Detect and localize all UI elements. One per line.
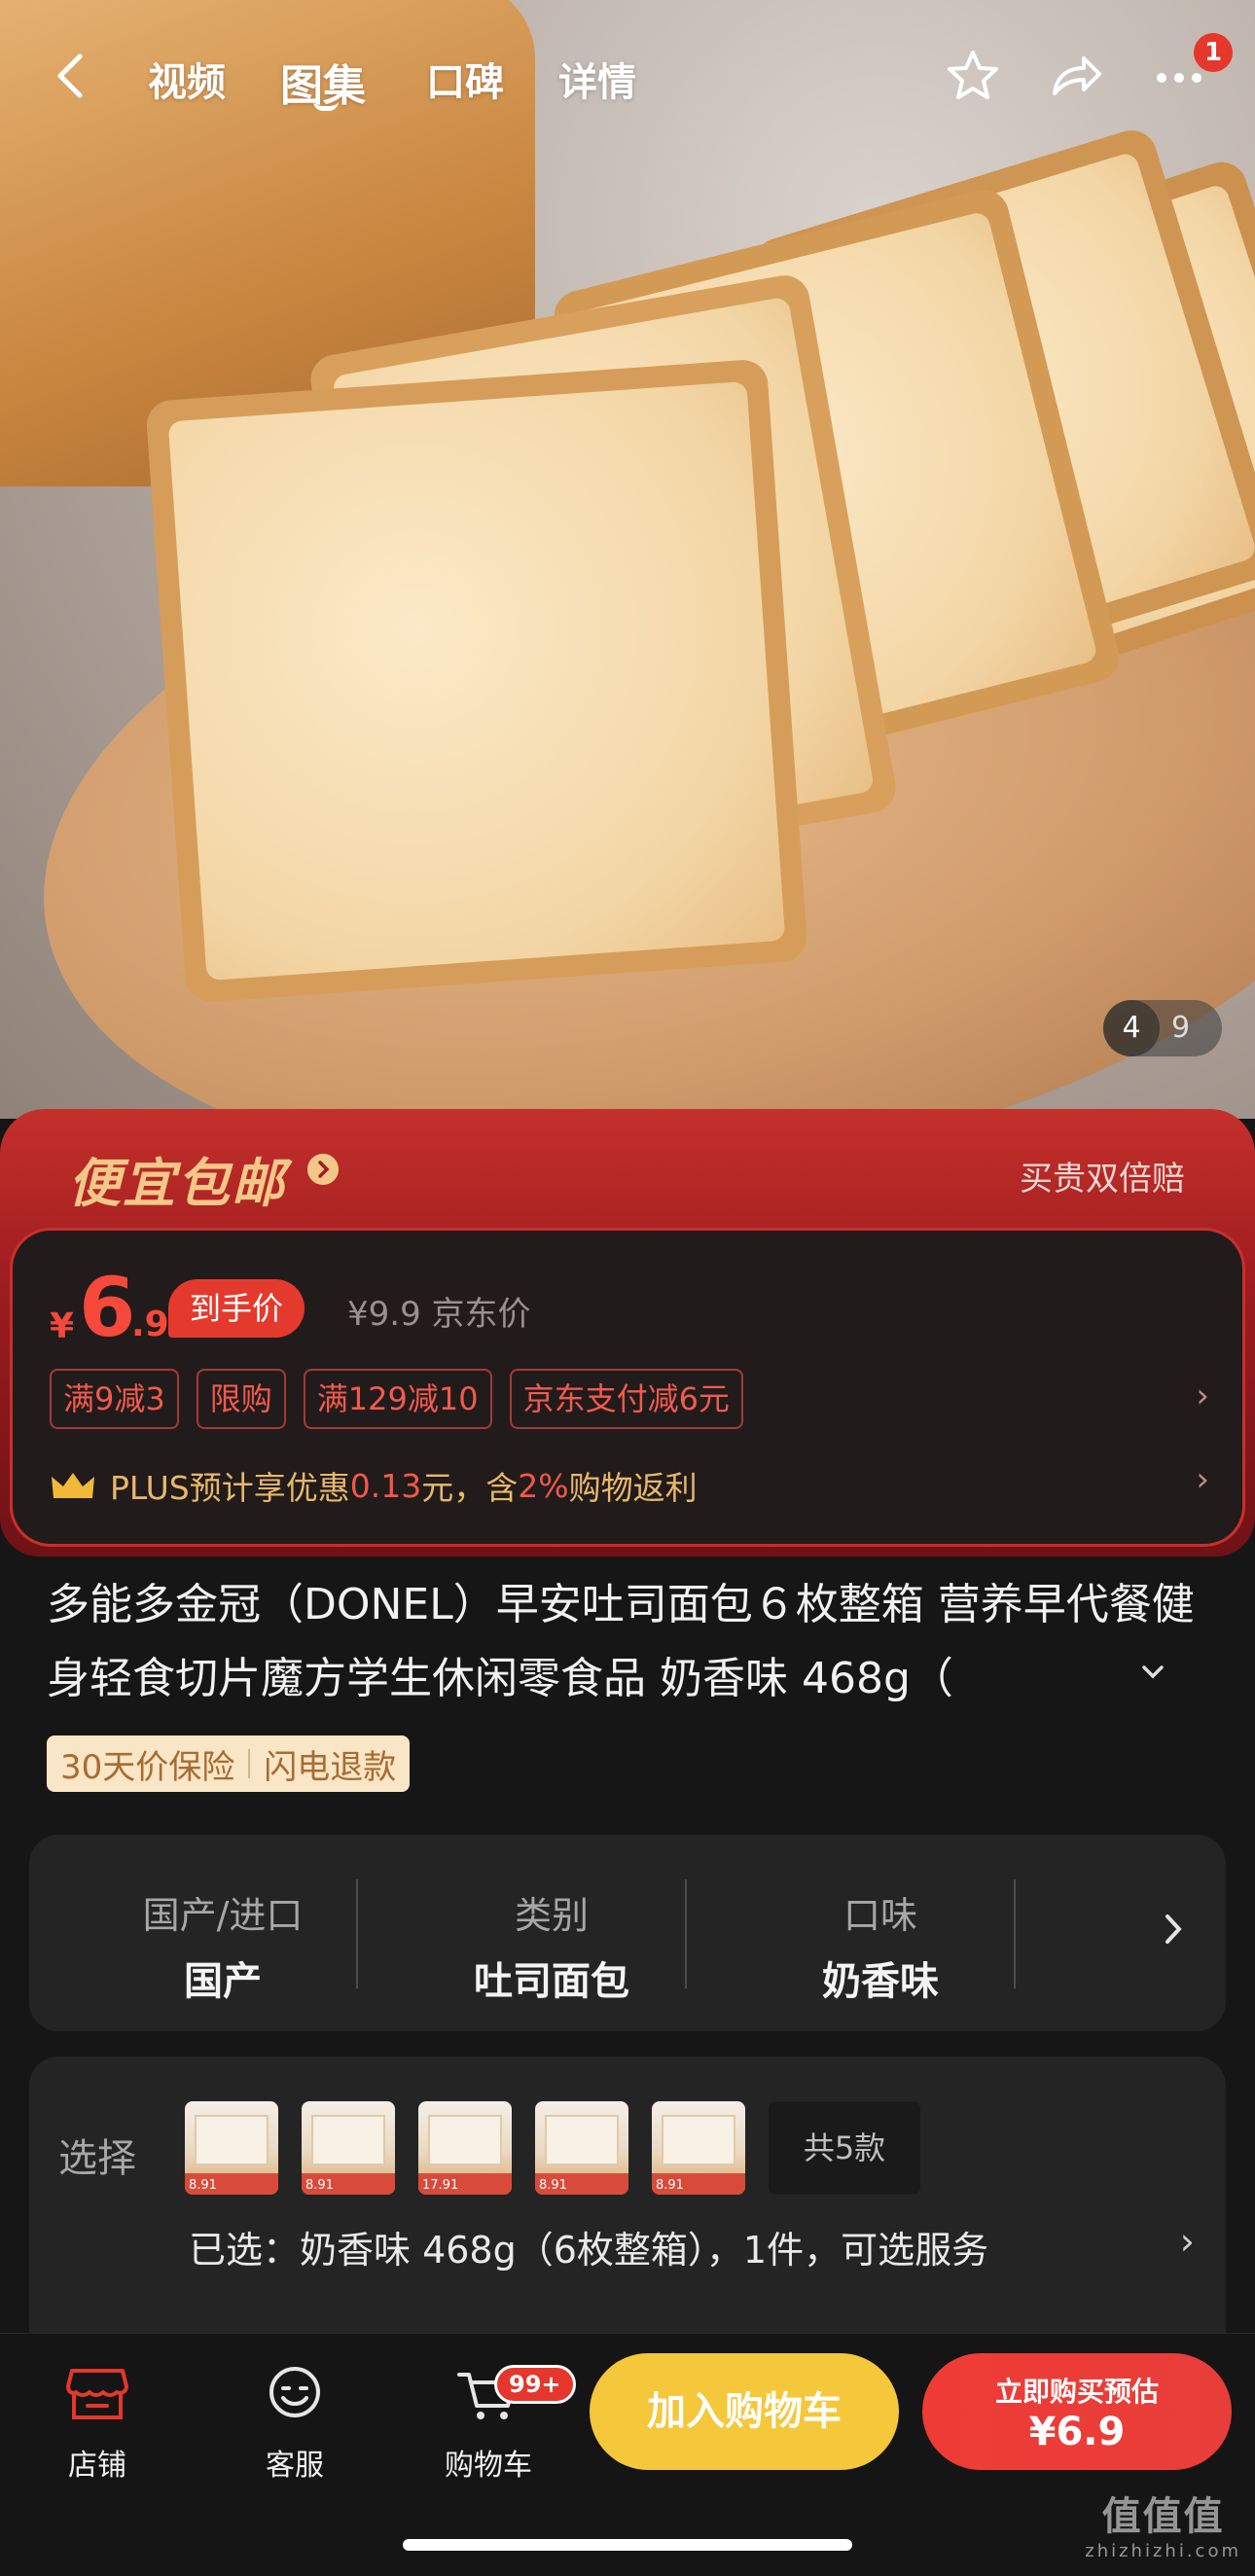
price-decimal: .9 — [131, 1305, 169, 1344]
variant-thumb-label: 8.91 — [656, 2178, 684, 2193]
spec-value: 国产 — [184, 1959, 262, 2004]
favorite-star-icon[interactable] — [942, 45, 1004, 107]
add-to-cart-button[interactable]: 加入购物车 — [590, 2353, 899, 2470]
store-label: 店铺 — [68, 2449, 126, 2483]
notification-badge: 1 — [1194, 33, 1233, 72]
service-badges[interactable]: 30天价保险 闪电退款 — [47, 1735, 411, 1792]
buy-now-label: 立即购买预估 — [994, 2376, 1159, 2408]
bread-slice — [145, 358, 808, 1004]
coupon-list[interactable]: 满9减3 限购 满129减10 京东支付减6元 — [50, 1369, 743, 1429]
final-price-tag: 到手价 — [168, 1279, 305, 1338]
plus-offer-suffix: 购物返利 — [568, 1469, 698, 1507]
price-guarantee-link[interactable]: 买贵双倍赔 — [1020, 1152, 1185, 1199]
price-protection-badge: 30天价保险 — [60, 1747, 235, 1787]
watermark-url: zhizhizhi.com — [1085, 2541, 1241, 2561]
smiley-chat-icon — [269, 2367, 320, 2417]
plus-member-offer[interactable]: PLUS预计享优惠 0.13 元，含 2% 购物返利 — [50, 1462, 698, 1509]
plus-offer-prefix: PLUS预计享优惠 — [110, 1469, 350, 1507]
coupon-tag[interactable]: 满9减3 — [50, 1369, 179, 1429]
promo-title[interactable]: 便宜包邮 — [68, 1140, 286, 1217]
plus-offer-amount: 0.13 — [349, 1466, 422, 1505]
cart-count-badge: 99+ — [494, 2365, 576, 2404]
spec-value: 奶香味 — [822, 1959, 939, 2004]
store-icon — [66, 2369, 128, 2419]
crown-icon — [52, 1473, 94, 1498]
spec-value: 吐司面包 — [474, 1959, 629, 2004]
price-currency: ¥ — [50, 1306, 75, 1346]
image-counter-total: 9 — [1171, 1011, 1191, 1045]
product-image-gallery[interactable]: 视频 图集 口碑 详情 1 4 9 — [0, 0, 1255, 1119]
variant-count[interactable]: 共5款 — [769, 2101, 920, 2195]
variant-thumbnail[interactable]: 8.91 — [185, 2101, 278, 2195]
spec-item: 类别 吐司面包 — [387, 1835, 716, 2031]
share-icon[interactable] — [1045, 45, 1107, 107]
cart-button[interactable]: 99+ 购物车 — [430, 2357, 576, 2484]
variant-thumbnail[interactable]: 17.91 — [418, 2101, 512, 2195]
plus-offer-percent: 2% — [518, 1466, 569, 1505]
promo-arrow-icon[interactable] — [307, 1154, 339, 1185]
home-indicator[interactable] — [403, 2539, 852, 2551]
variant-thumb-label: 8.91 — [539, 2178, 567, 2193]
price-card: ¥ 6 .9 到手价 ¥9.9 京东价 满9减3 限购 满129减10 京东支付… — [10, 1228, 1245, 1547]
spec-divider — [685, 1879, 687, 1988]
tab-video[interactable]: 视频 — [148, 51, 226, 107]
chevron-right-icon[interactable]: › — [1196, 1460, 1209, 1499]
variant-thumb-label: 17.91 — [422, 2178, 459, 2193]
spec-divider — [1014, 1879, 1016, 1988]
site-watermark: 值值值 zhizhizhi.com — [1085, 2485, 1241, 2561]
price-integer: 6 — [79, 1260, 136, 1355]
spec-label: 类别 — [514, 1894, 589, 1937]
variant-thumb-label: 8.91 — [305, 2178, 334, 2193]
spec-item: 国产/进口 国产 — [58, 1835, 387, 2031]
variant-thumbnail[interactable]: 8.91 — [302, 2101, 395, 2195]
chevron-right-icon[interactable] — [1154, 1905, 1193, 1953]
coupon-tag[interactable]: 满129减10 — [303, 1369, 492, 1429]
coupon-tag[interactable]: 京东支付减6元 — [509, 1369, 743, 1429]
tab-details[interactable]: 详情 — [558, 51, 636, 107]
spec-divider — [356, 1879, 358, 1988]
variant-thumbnail[interactable]: 8.91 — [535, 2101, 628, 2195]
spec-item: 口味 奶香味 — [716, 1835, 1045, 2031]
selected-variant-text[interactable]: 已选：奶香味 468g（6枚整箱），1件，可选服务 — [189, 2220, 988, 2273]
buy-now-button[interactable]: 立即购买预估 ¥6.9 — [922, 2353, 1232, 2470]
tab-reviews[interactable]: 口碑 — [426, 51, 504, 107]
spec-label: 国产/进口 — [142, 1894, 304, 1937]
variant-thumbnail[interactable]: 8.91 — [652, 2101, 745, 2195]
jd-price: ¥9.9 京东价 — [347, 1295, 531, 1334]
variant-thumb-label: 8.91 — [189, 2178, 217, 2193]
image-counter: 4 9 — [1103, 1000, 1222, 1056]
variant-thumbnails: 8.91 8.91 17.91 8.91 8.91 共5款 — [185, 2101, 920, 2195]
coupon-tag[interactable]: 限购 — [196, 1369, 286, 1429]
fast-refund-badge: 闪电退款 — [264, 1747, 397, 1787]
store-button[interactable]: 店铺 — [39, 2357, 156, 2484]
customer-service-button[interactable]: 客服 — [236, 2357, 353, 2484]
chevron-down-icon[interactable] — [1136, 1656, 1169, 1689]
spec-label: 口味 — [843, 1894, 917, 1937]
variant-selector[interactable]: 选择 8.91 8.91 17.91 8.91 8.91 共5款 已选：奶香味 … — [29, 2057, 1226, 2348]
top-navigation: 视频 图集 口碑 详情 1 — [0, 29, 1255, 126]
back-arrow-icon[interactable] — [47, 49, 101, 103]
customer-service-label: 客服 — [266, 2449, 324, 2483]
variant-label: 选择 — [58, 2136, 136, 2181]
plus-offer-mid: 元，含 — [421, 1469, 519, 1507]
chevron-right-icon[interactable]: › — [1180, 2220, 1195, 2263]
buy-now-price: ¥6.9 — [1028, 2410, 1126, 2454]
watermark-main: 值值值 — [1101, 2494, 1225, 2539]
image-counter-current: 4 — [1103, 1000, 1160, 1056]
promo-panel: 便宜包邮 买贵双倍赔 ¥ 6 .9 到手价 ¥9.9 京东价 满9减3 限购 满… — [0, 1109, 1255, 1556]
spec-summary[interactable]: 国产/进口 国产 类别 吐司面包 口味 奶香味 — [29, 1835, 1226, 2031]
chevron-right-icon[interactable]: › — [1196, 1377, 1209, 1415]
product-title: 多能多金冠（DONEL）早安吐司面包６枚整箱 营养早代餐健身轻食切片魔方学生休闲… — [47, 1580, 1195, 1703]
cart-label: 购物车 — [445, 2449, 532, 2483]
